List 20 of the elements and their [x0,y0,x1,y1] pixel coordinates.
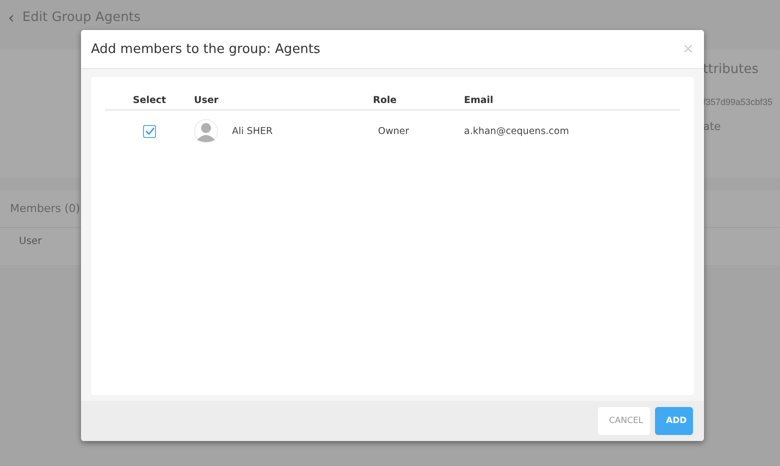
cancel-button[interactable]: CANCEL [598,407,650,435]
dialog-title: Add members to the group: Agents [91,42,320,56]
avatar-icon [194,119,218,143]
column-header: Email [464,95,494,106]
attribute-label: ate [703,120,722,133]
attribute-value: f357d99a53cbf35 [703,97,774,107]
attributes-title: ttributes [703,62,760,77]
table-cell-text: a.khan@cequens.com [464,126,570,136]
column-header: Role [373,95,398,106]
column-header: Select [132,95,168,106]
members-title: Members (0) [9,201,82,217]
checkbox[interactable] [143,124,156,138]
page-title: Edit Group Agents [22,10,141,24]
back-button[interactable]: ‹ [8,8,14,26]
table-cell-text: Owner [377,126,410,136]
close-button[interactable]: × [682,41,694,57]
add-button[interactable]: ADD [655,407,693,435]
column-header: User [19,236,42,247]
column-header: User [194,95,220,106]
table-cell: Ali SHER [232,126,273,136]
